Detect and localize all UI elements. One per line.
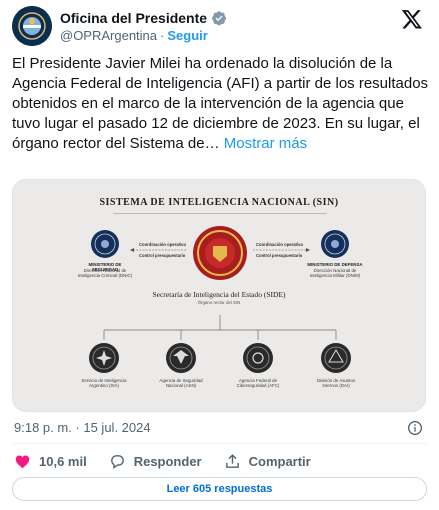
child-label-sia: Servicio de Inteligencia Argentino (SIA) (81, 378, 127, 389)
right-org-sub: Dirección Nacional de Inteligencia Milit… (309, 268, 361, 279)
security-seal-icon (91, 230, 119, 258)
follow-button[interactable]: Seguir (167, 28, 207, 43)
show-more-link[interactable]: Mostrar más (224, 135, 307, 152)
tweet-timestamp[interactable]: 9:18 p. m. · 15 jul. 2024 (14, 420, 151, 435)
handle-separator: · (160, 28, 165, 43)
tweet-body: El Presidente Javier Milei ha ordenado l… (12, 55, 429, 152)
verified-badge-icon (212, 11, 227, 26)
side-subtitle: Órgano rector del SIN (197, 300, 241, 305)
share-label: Compartir (248, 453, 311, 469)
like-count: 10,6 mil (39, 453, 87, 469)
like-button[interactable]: 10,6 mil (14, 453, 87, 470)
x-logo-icon[interactable] (401, 8, 423, 30)
divider (12, 443, 427, 444)
share-button[interactable]: Compartir (224, 453, 311, 470)
asn-seal-icon (166, 343, 196, 373)
left-arrow-bottom-label: Control presupuestario (139, 253, 186, 258)
side-title: Secretaría de Inteligencia del Estado (S… (152, 290, 286, 299)
tweet-text: El Presidente Javier Milei ha ordenado l… (12, 54, 430, 154)
reply-button[interactable]: Responder (109, 453, 202, 470)
account-handle[interactable]: @OPRArgentina (60, 28, 157, 43)
child-label-afc: Agencia Federal de Ciberseguridad (AFC) (236, 378, 280, 389)
avatar[interactable] (12, 6, 52, 46)
left-arrow-top-label: Coordinación operativa (139, 242, 186, 247)
left-org-sub: Dirección Nacional de Inteligencia Crimi… (77, 268, 133, 279)
dai-seal-icon (321, 343, 351, 373)
reply-bubble-icon (110, 454, 124, 469)
share-icon (225, 453, 239, 468)
heart-icon (15, 455, 30, 468)
info-icon[interactable] (407, 420, 423, 436)
account-name[interactable]: Oficina del Presidente (60, 10, 207, 26)
reply-label: Responder (133, 453, 202, 469)
child-label-asn: Agencia de Seguridad Nacional (ASN) (159, 378, 203, 389)
read-replies-button[interactable]: Leer 605 respuestas (12, 477, 427, 501)
presidential-seal-icon (12, 6, 52, 46)
sia-seal-icon (89, 343, 119, 373)
tweet-header: Oficina del Presidente @OPRArgentina · S… (12, 6, 427, 46)
tweet-card: Oficina del Presidente @OPRArgentina · S… (0, 0, 439, 510)
child-label-dai: División de Asuntos Internos (DAI) (316, 378, 356, 389)
action-bar: 10,6 mil Responder Compartir (14, 452, 333, 470)
right-arrow-bottom-label: Control presupuestario (256, 253, 303, 258)
right-org-title: MINISTERIO DE DEFENSA (307, 262, 363, 267)
right-arrow-top-label: Coordinación operativa (256, 242, 303, 247)
side-seal-icon (193, 226, 247, 280)
afc-seal-icon (243, 343, 273, 373)
defense-seal-icon (321, 230, 349, 258)
tweet-image[interactable]: SISTEMA DE INTELIGENCIA NACIONAL (SIN) M… (12, 179, 426, 412)
